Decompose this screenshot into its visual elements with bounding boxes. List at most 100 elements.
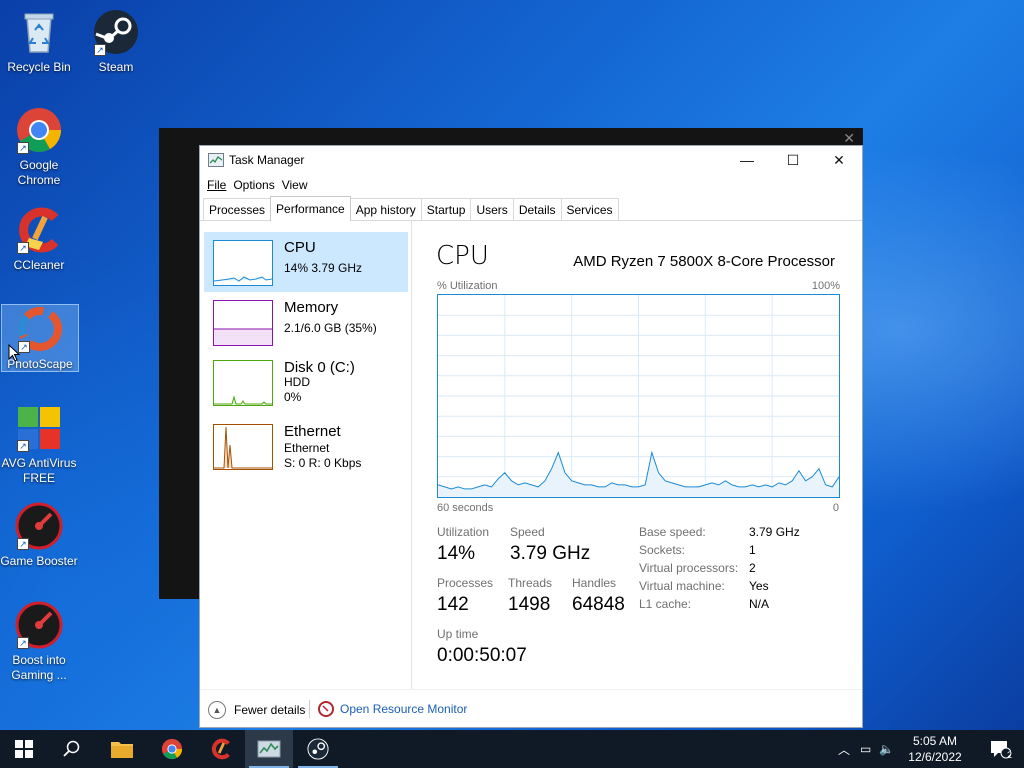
taskbar-chrome[interactable] bbox=[148, 730, 196, 768]
maximize-button[interactable]: ☐ bbox=[770, 146, 816, 174]
taskbar-task-manager[interactable] bbox=[245, 730, 293, 768]
task-manager-icon bbox=[257, 740, 281, 758]
desktop-icon-recycle-bin[interactable]: Recycle Bin bbox=[0, 8, 78, 75]
tab-app-history[interactable]: App history bbox=[349, 198, 422, 220]
menu-view[interactable]: View bbox=[282, 178, 308, 192]
desktop-icon-label: AVG AntiVirus FREE bbox=[1, 456, 77, 485]
sidebar-item-detail: S: 0 R: 0 Kbps bbox=[284, 456, 362, 470]
sidebar-item-name: Disk 0 (C:) bbox=[284, 359, 355, 376]
desktop-icon-label: Google Chrome bbox=[17, 158, 61, 187]
shortcut-arrow-icon: ↗ bbox=[17, 538, 29, 550]
disk-thumbnail-graph bbox=[213, 360, 273, 406]
menu-options[interactable]: Options bbox=[233, 178, 274, 192]
desktop-icon-google-chrome[interactable]: ↗ Google Chrome bbox=[0, 106, 78, 188]
time-span-label: 60 seconds bbox=[437, 502, 494, 514]
chrome-icon bbox=[161, 738, 183, 760]
tab-processes[interactable]: Processes bbox=[203, 198, 272, 220]
speed-label: Speed bbox=[510, 525, 545, 539]
network-icon[interactable]: ▭ bbox=[860, 742, 871, 756]
sidebar-item-detail: 0% bbox=[284, 390, 302, 404]
desktop-icon-label: Boost into Gaming ... bbox=[11, 653, 67, 682]
sidebar-item-name: Ethernet bbox=[284, 423, 341, 440]
uptime-value: 0:00:50:07 bbox=[437, 645, 527, 666]
desktop-icon-steam[interactable]: ↗ Steam bbox=[77, 8, 155, 75]
utilization-axis-label: % Utilization bbox=[437, 280, 498, 292]
close-button[interactable]: ✕ bbox=[816, 146, 862, 174]
tab-users[interactable]: Users bbox=[470, 198, 514, 220]
fewer-details-button[interactable]: ▲ Fewer details bbox=[208, 701, 305, 719]
open-resource-monitor-label: Open Resource Monitor bbox=[340, 702, 468, 716]
cpu-graph-svg bbox=[437, 295, 840, 497]
notification-center-button[interactable]: 2 bbox=[976, 730, 1024, 768]
desktop-icon-ccleaner[interactable]: ↗ CCleaner bbox=[0, 206, 78, 273]
recycle-bin-icon bbox=[15, 8, 63, 56]
taskbar: ︿ ▭ 🔈 5:05 AM 12/6/2022 2 bbox=[0, 730, 1024, 768]
taskbar-ccleaner[interactable] bbox=[197, 730, 245, 768]
tab-services[interactable]: Services bbox=[560, 198, 619, 220]
taskbar-steam[interactable] bbox=[294, 730, 342, 768]
volume-icon[interactable]: 🔈 bbox=[879, 742, 894, 756]
processes-value: 142 bbox=[437, 594, 469, 615]
footer-bar: ▲ Fewer details Open Resource Monitor bbox=[200, 689, 862, 727]
resource-monitor-icon bbox=[318, 701, 334, 717]
tab-details[interactable]: Details bbox=[512, 198, 562, 220]
sidebar-item-disk[interactable]: Disk 0 (C:) HDD 0% bbox=[204, 352, 408, 412]
minimize-button[interactable]: — bbox=[724, 146, 770, 174]
fewer-details-label: Fewer details bbox=[234, 703, 306, 717]
avg-icon: ↗ bbox=[15, 404, 63, 452]
sidebar-item-detail: 2.1/6.0 GB (35%) bbox=[284, 321, 377, 335]
processes-label: Processes bbox=[437, 576, 494, 590]
desktop-icon-avg-antivirus[interactable]: ↗ AVG AntiVirus FREE bbox=[0, 404, 78, 486]
mouse-cursor-icon bbox=[8, 344, 20, 362]
taskbar-file-explorer[interactable] bbox=[98, 730, 146, 768]
ethernet-thumbnail-graph bbox=[213, 424, 273, 470]
close-icon: ✕ bbox=[833, 151, 845, 168]
graph-min-label: 0 bbox=[832, 502, 839, 514]
open-resource-monitor-link[interactable]: Open Resource Monitor bbox=[318, 701, 467, 717]
search-icon bbox=[63, 740, 80, 757]
cpu-detail-pane: CPU AMD Ryzen 7 5800X 8-Core Processor %… bbox=[436, 221, 862, 689]
ccleaner-icon bbox=[211, 738, 230, 760]
desktop-icon-boost-into-gaming[interactable]: ↗ Boost into Gaming ... bbox=[0, 601, 78, 683]
search-button[interactable] bbox=[48, 730, 96, 768]
sockets-value: 1 bbox=[749, 543, 756, 557]
title-bar[interactable]: Task Manager — ☐ ✕ bbox=[200, 146, 862, 174]
taskbar-clock[interactable]: 5:05 AM 12/6/2022 bbox=[900, 733, 970, 765]
utilization-value: 14% bbox=[437, 543, 476, 564]
sidebar-item-name: CPU bbox=[284, 239, 316, 256]
sidebar-item-name: Memory bbox=[284, 299, 339, 316]
shortcut-arrow-icon: ↗ bbox=[17, 637, 29, 649]
sidebar-item-detail: HDD bbox=[284, 375, 310, 389]
shortcut-arrow-icon: ↗ bbox=[94, 44, 106, 56]
chevron-up-icon[interactable]: ︿ bbox=[838, 741, 850, 758]
desktop-icon-game-booster[interactable]: ↗ Game Booster bbox=[0, 502, 78, 569]
desktop-icon-label: Recycle Bin bbox=[7, 60, 71, 74]
resource-sidebar: CPU 14% 3.79 GHz Memory 2.1/6.0 GB (35%) bbox=[200, 221, 412, 689]
sidebar-item-detail: Ethernet bbox=[284, 441, 330, 455]
menu-file[interactable]: File bbox=[207, 178, 226, 192]
tab-strip: Processes Performance App history Startu… bbox=[200, 196, 862, 221]
notification-count: 2 bbox=[1006, 750, 1012, 760]
virtual-machine-value: Yes bbox=[749, 579, 769, 593]
cpu-utilization-graph bbox=[437, 294, 840, 498]
start-button[interactable] bbox=[0, 730, 48, 768]
sidebar-item-ethernet[interactable]: Ethernet Ethernet S: 0 R: 0 Kbps bbox=[204, 418, 408, 478]
footer-divider bbox=[309, 700, 310, 718]
cpu-thumbnail-graph bbox=[213, 240, 273, 286]
processor-name: AMD Ryzen 7 5800X 8-Core Processor bbox=[573, 253, 835, 270]
sidebar-item-cpu[interactable]: CPU 14% 3.79 GHz bbox=[204, 232, 408, 292]
sidebar-item-memory[interactable]: Memory 2.1/6.0 GB (35%) bbox=[204, 292, 408, 352]
threads-value: 1498 bbox=[508, 594, 551, 615]
threads-label: Threads bbox=[508, 576, 553, 590]
l1-cache-value: N/A bbox=[749, 597, 770, 611]
window-title: Task Manager bbox=[229, 153, 305, 167]
sidebar-item-detail: 14% 3.79 GHz bbox=[284, 261, 363, 275]
photoscape-icon: ↗ bbox=[16, 305, 64, 353]
task-manager-app-icon bbox=[208, 153, 224, 167]
utilization-label: Utilization bbox=[437, 525, 490, 539]
tab-performance[interactable]: Performance bbox=[270, 196, 351, 221]
clock-date: 12/6/2022 bbox=[908, 750, 962, 764]
speed-value: 3.79 GHz bbox=[510, 543, 591, 564]
sockets-label: Sockets: bbox=[639, 543, 686, 557]
tab-startup[interactable]: Startup bbox=[420, 198, 472, 220]
